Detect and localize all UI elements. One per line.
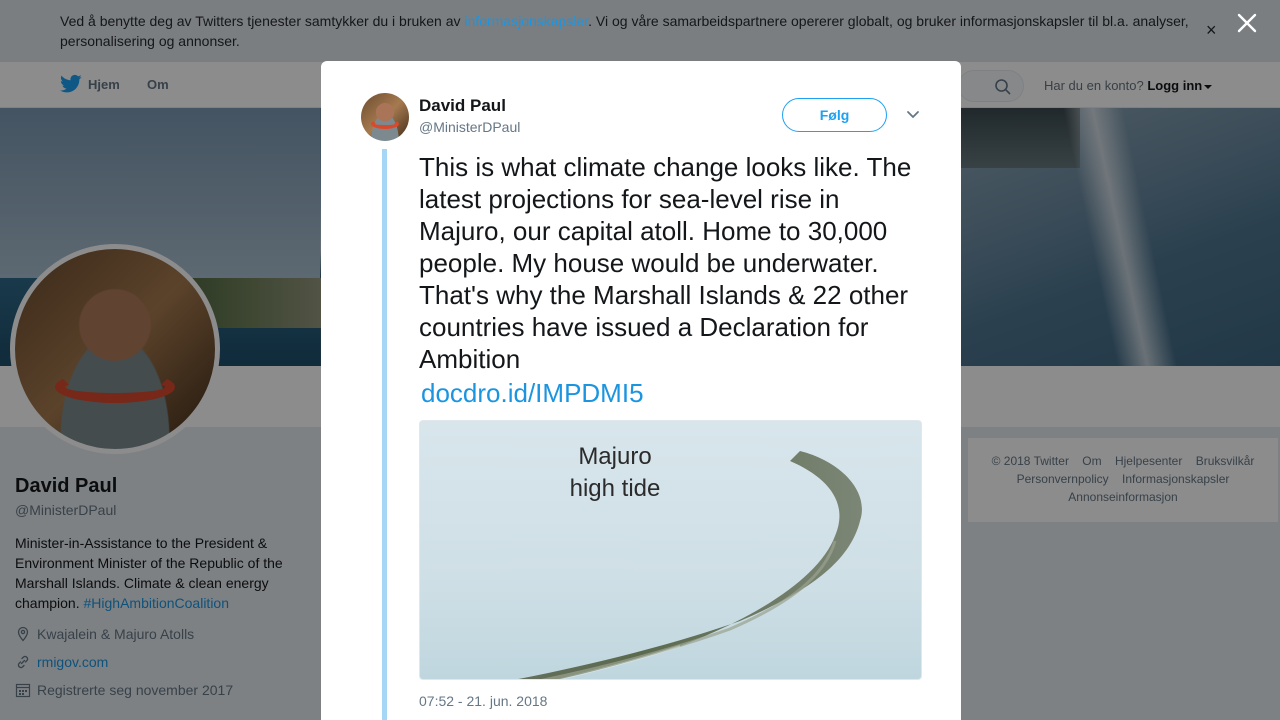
thread-line <box>382 149 387 720</box>
tweet-link[interactable]: docdro.id/IMPDMI5 <box>421 377 644 409</box>
cookie-banner-text: Ved å benytte deg av Twitters tjenester … <box>60 11 1200 51</box>
chevron-down-icon[interactable] <box>906 110 920 120</box>
tweet-author-name[interactable]: David Paul <box>419 96 506 116</box>
tweet-text: This is what climate change looks like. … <box>419 152 912 374</box>
tweet-timestamp[interactable]: 07:52 - 21. jun. 2018 <box>419 693 547 709</box>
tweet-author-avatar[interactable] <box>361 93 409 141</box>
atoll-map-graphic <box>518 451 862 679</box>
tweet-modal: David Paul @MinisterDPaul Følg This is w… <box>321 61 961 720</box>
tweet-author-handle[interactable]: @MinisterDPaul <box>419 119 520 135</box>
close-modal-icon[interactable] <box>1236 12 1258 34</box>
cookie-banner: Ved å benytte deg av Twitters tjenester … <box>0 0 1280 62</box>
tweet-media-image[interactable]: Majuro high tide <box>419 420 922 680</box>
cookie-policy-link[interactable]: informasjonskapsler <box>464 13 588 29</box>
media-title: Majuro high tide <box>569 443 661 502</box>
follow-button[interactable]: Følg <box>782 98 887 132</box>
cookie-text-before: Ved å benytte deg av Twitters tjenester … <box>60 13 465 29</box>
cookie-banner-close-button[interactable]: × <box>1206 21 1217 39</box>
